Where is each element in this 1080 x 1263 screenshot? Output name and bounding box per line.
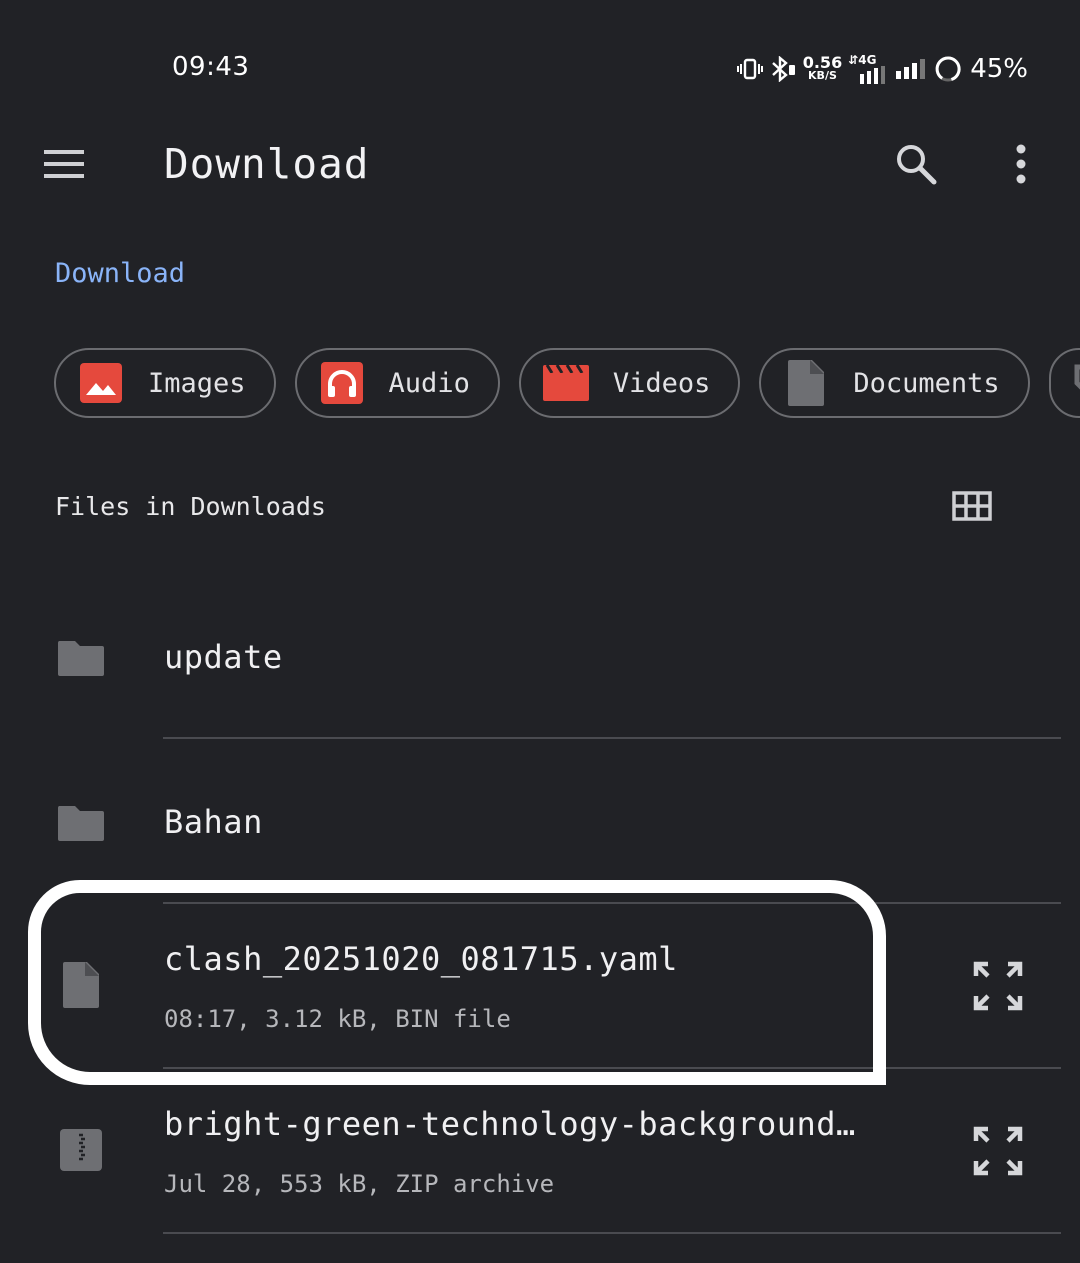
battery-ring-icon bbox=[934, 55, 962, 83]
status-time: 09:43 bbox=[172, 52, 250, 82]
view-toggle-button[interactable] bbox=[950, 486, 994, 526]
document-icon bbox=[783, 360, 829, 406]
file-name[interactable]: clash_20251020_081715.yaml bbox=[164, 940, 678, 978]
chip-label: Videos bbox=[612, 367, 711, 399]
row-divider bbox=[163, 737, 1061, 739]
chip-audio[interactable]: Audio bbox=[294, 348, 500, 418]
movie-icon bbox=[542, 360, 589, 406]
vibrate-icon bbox=[736, 57, 763, 81]
file-details: Jul 28, 553 kB, ZIP archive bbox=[164, 1170, 555, 1198]
bluetooth-icon bbox=[769, 56, 797, 82]
chip-documents[interactable]: Documents bbox=[759, 348, 1030, 418]
expand-button[interactable] bbox=[966, 1120, 1030, 1182]
category-chips: Images Audio Videos Documents bbox=[54, 348, 1080, 418]
more-options-button[interactable] bbox=[996, 138, 1046, 190]
chip-label: Documents bbox=[853, 367, 1000, 399]
battery-percent: 45% bbox=[970, 54, 1028, 84]
signal-4g-icon: ⇵4G bbox=[848, 54, 888, 84]
label-tag-icon bbox=[1073, 360, 1080, 406]
file-name[interactable]: bright-green-technology-background… bbox=[164, 1105, 856, 1143]
grid-view-icon bbox=[952, 491, 992, 521]
expand-icon bbox=[973, 1126, 1023, 1176]
expand-icon bbox=[973, 961, 1023, 1011]
chip-labels[interactable] bbox=[1048, 348, 1080, 418]
file-details: 08:17, 3.12 kB, BIN file bbox=[164, 1005, 511, 1033]
folder-icon bbox=[56, 797, 106, 847]
image-icon bbox=[78, 360, 124, 406]
highlight-box bbox=[28, 880, 886, 1085]
row-divider bbox=[163, 1067, 1061, 1069]
search-button[interactable] bbox=[890, 138, 942, 190]
breadcrumb-download[interactable]: Download bbox=[55, 258, 185, 289]
headphones-icon bbox=[319, 360, 365, 406]
menu-button[interactable] bbox=[40, 140, 88, 188]
chip-label: Images bbox=[148, 367, 246, 399]
page-title: Download bbox=[164, 140, 370, 188]
expand-button[interactable] bbox=[966, 955, 1030, 1017]
menu-icon bbox=[44, 150, 84, 178]
file-name[interactable]: Bahan bbox=[164, 803, 263, 841]
chip-videos[interactable]: Videos bbox=[518, 348, 741, 418]
folder-icon bbox=[56, 632, 106, 682]
row-divider bbox=[163, 1232, 1061, 1234]
more-vert-icon bbox=[1016, 144, 1026, 184]
search-icon bbox=[897, 145, 937, 185]
zip-file-icon bbox=[56, 1125, 106, 1175]
chip-label: Audio bbox=[388, 367, 470, 399]
chip-images[interactable]: Images bbox=[54, 348, 276, 418]
file-name[interactable]: update bbox=[164, 638, 283, 676]
row-divider bbox=[163, 902, 1061, 904]
net-speed: 0.56 KB/S bbox=[802, 53, 843, 83]
file-icon bbox=[56, 960, 106, 1010]
signal-icon bbox=[894, 57, 928, 81]
status-icons: 0.56 KB/S ⇵4G 45% bbox=[736, 50, 1028, 88]
section-header: Files in Downloads bbox=[55, 492, 326, 521]
